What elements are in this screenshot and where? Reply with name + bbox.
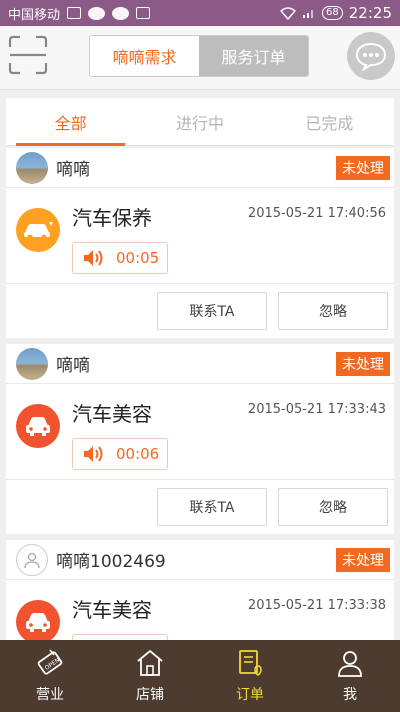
car-beauty-icon bbox=[16, 600, 60, 640]
nav-me[interactable]: 我 bbox=[300, 640, 400, 712]
order-card-body[interactable]: 汽车美容 2015-05-21 17:33:38 bbox=[6, 580, 394, 640]
messages-button[interactable] bbox=[347, 32, 395, 80]
speaker-icon bbox=[84, 446, 103, 462]
bottom-nav: OPEN 营业 店铺 订单 我 bbox=[0, 640, 400, 712]
nav-label: 订单 bbox=[236, 687, 264, 703]
status-badge: 未处理 bbox=[336, 547, 390, 572]
wechat-icon bbox=[88, 6, 106, 20]
open-sign-icon: OPEN bbox=[37, 649, 63, 675]
app-header: 嘀嘀需求 服务订单 bbox=[0, 26, 400, 90]
avatar bbox=[16, 543, 48, 576]
nav-business[interactable]: OPEN 营业 bbox=[0, 640, 100, 712]
battery-level: 68 bbox=[322, 6, 343, 20]
scan-icon bbox=[8, 35, 48, 75]
nav-orders[interactable]: 订单 bbox=[200, 640, 300, 712]
nav-label: 店铺 bbox=[136, 687, 164, 703]
clock: 22:25 bbox=[348, 4, 392, 22]
order-card-body[interactable]: 汽车美容 2015-05-21 17:33:43 00:06 bbox=[6, 384, 394, 480]
service-title: 汽车美容 bbox=[72, 402, 152, 426]
filter-tabs: 全部 进行中 已完成 bbox=[6, 98, 394, 146]
voice-duration: 00:06 bbox=[116, 445, 160, 463]
service-title: 汽车美容 bbox=[72, 598, 152, 622]
wechat-icon bbox=[112, 6, 130, 20]
nav-label: 我 bbox=[343, 687, 357, 703]
avatar bbox=[16, 151, 48, 184]
voice-message-button[interactable]: 00:06 bbox=[72, 438, 168, 470]
nav-label: 营业 bbox=[36, 687, 64, 703]
ignore-button[interactable]: 忽略 bbox=[278, 292, 388, 330]
status-badge: 未处理 bbox=[336, 351, 390, 376]
avatar bbox=[16, 347, 48, 380]
order-card-actions: 联系TA 忽略 bbox=[6, 480, 394, 534]
user-name: 嘀嘀1002469 bbox=[56, 552, 166, 572]
order-card-body[interactable]: 汽车保养 2015-05-21 17:40:56 00:05 bbox=[6, 188, 394, 284]
speaker-icon bbox=[84, 250, 103, 266]
contact-button[interactable]: 联系TA bbox=[157, 488, 267, 526]
order-time: 2015-05-21 17:33:43 bbox=[247, 402, 386, 417]
default-user-icon bbox=[24, 552, 40, 568]
order-card-header: 嘀嘀 未处理 bbox=[6, 344, 394, 384]
carrier-label: 中国移动 bbox=[8, 7, 61, 23]
service-title: 汽车保养 bbox=[72, 206, 152, 230]
tab-in-progress[interactable]: 进行中 bbox=[135, 98, 264, 145]
scan-button[interactable] bbox=[8, 35, 48, 75]
segment-control: 嘀嘀需求 服务订单 bbox=[89, 35, 309, 77]
status-bar: 中国移动 68 22:25 bbox=[0, 0, 400, 26]
wifi-icon bbox=[280, 6, 297, 20]
order-card: 嘀嘀 未处理 汽车美容 2015-05-21 17:33:43 00:06 联系… bbox=[6, 344, 394, 534]
segment-demand[interactable]: 嘀嘀需求 bbox=[90, 36, 199, 76]
user-name: 嘀嘀 bbox=[56, 356, 90, 376]
image-notification-icon bbox=[67, 7, 82, 19]
voice-duration: 00:05 bbox=[116, 249, 160, 267]
voice-message-button[interactable]: 00:05 bbox=[72, 242, 168, 274]
order-list[interactable]: 嘀嘀 未处理 汽车保养 2015-05-21 17:40:56 00:05 联系… bbox=[6, 148, 394, 640]
order-card-actions: 联系TA 忽略 bbox=[6, 284, 394, 338]
status-badge: 未处理 bbox=[336, 155, 390, 180]
order-card: 嘀嘀 未处理 汽车保养 2015-05-21 17:40:56 00:05 联系… bbox=[6, 148, 394, 338]
store-icon bbox=[137, 649, 163, 676]
contact-button[interactable]: 联系TA bbox=[157, 292, 267, 330]
alert-icon bbox=[136, 7, 151, 19]
order-card-header: 嘀嘀1002469 未处理 bbox=[6, 540, 394, 580]
user-name: 嘀嘀 bbox=[56, 160, 90, 180]
order-card: 嘀嘀1002469 未处理 汽车美容 2015-05-21 17:33:38 bbox=[6, 540, 394, 640]
tab-all[interactable]: 全部 bbox=[6, 98, 135, 146]
chat-bubble-icon bbox=[355, 42, 387, 71]
order-time: 2015-05-21 17:40:56 bbox=[247, 206, 386, 221]
segment-service-orders[interactable]: 服务订单 bbox=[199, 36, 308, 76]
order-icon bbox=[239, 650, 262, 676]
car-beauty-icon bbox=[16, 404, 60, 448]
user-icon bbox=[338, 651, 362, 677]
signal-icon bbox=[303, 10, 314, 18]
order-card-header: 嘀嘀 未处理 bbox=[6, 148, 394, 188]
nav-store[interactable]: 店铺 bbox=[100, 640, 200, 712]
order-time: 2015-05-21 17:33:38 bbox=[247, 598, 386, 613]
ignore-button[interactable]: 忽略 bbox=[278, 488, 388, 526]
tab-completed[interactable]: 已完成 bbox=[265, 98, 394, 145]
car-maintenance-icon bbox=[16, 208, 60, 252]
